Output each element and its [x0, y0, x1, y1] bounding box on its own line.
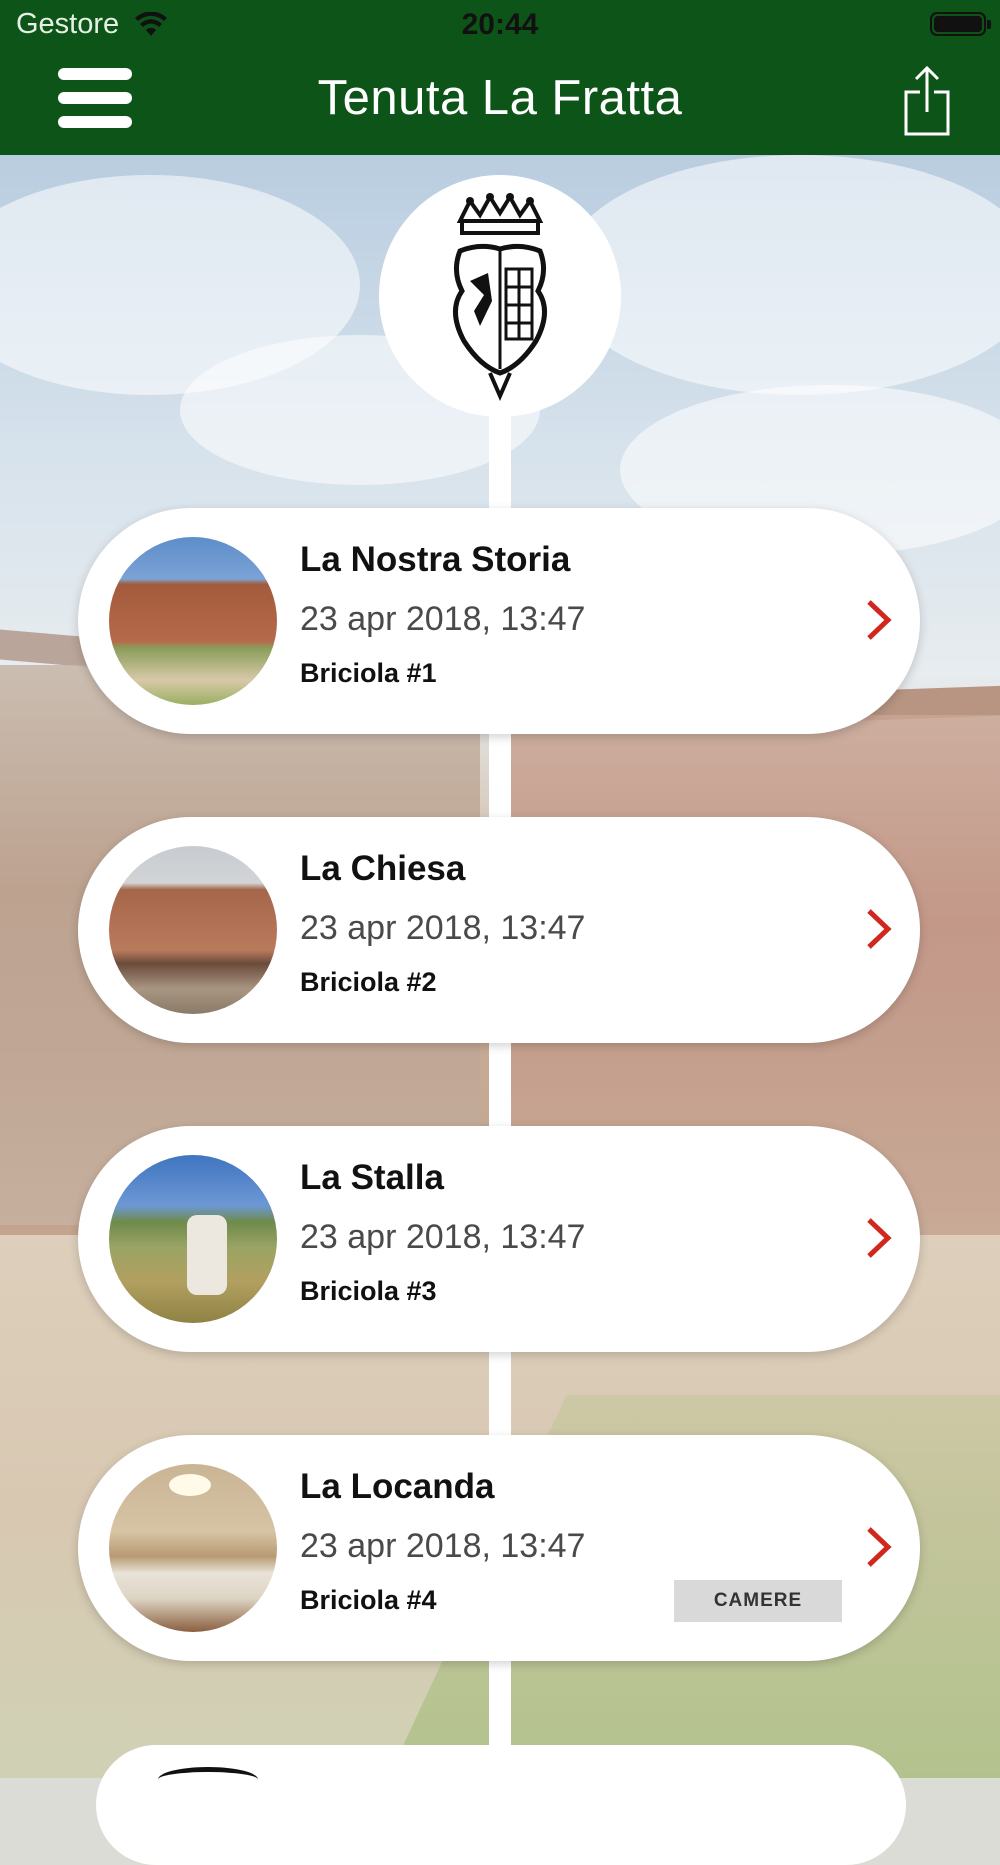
card-title: La Locanda [300, 1467, 495, 1506]
card-date: 23 apr 2018, 13:47 [300, 1527, 586, 1565]
battery-icon [930, 12, 991, 36]
card-subtitle: Briciola #2 [300, 967, 437, 997]
timeline-card-1[interactable]: La Nostra Storia 23 apr 2018, 13:47 Bric… [78, 508, 920, 734]
timeline-card-3[interactable]: La Stalla 23 apr 2018, 13:47 Briciola #3 [78, 1126, 920, 1352]
farm-building-photo [109, 537, 277, 705]
church-photo [109, 846, 277, 1014]
bedroom-photo [109, 1464, 277, 1632]
crest-badge [379, 175, 621, 417]
cattle-field-photo [109, 1155, 277, 1323]
share-icon[interactable] [902, 66, 952, 136]
timeline-card-2[interactable]: La Chiesa 23 apr 2018, 13:47 Briciola #2 [78, 817, 920, 1043]
card-title: La Stalla [300, 1158, 444, 1197]
timeline-card-5-partial[interactable] [96, 1745, 906, 1865]
status-time: 20:44 [461, 8, 539, 41]
status-bar: Gestore 20:44 [0, 0, 1000, 50]
card-title: La Chiesa [300, 849, 466, 888]
chevron-right-icon [867, 1218, 892, 1258]
chevron-right-icon [867, 909, 892, 949]
navigation-bar: Gestore 20:44 Tenuta La Fratta [0, 0, 1000, 155]
rooms-tag-button[interactable]: CAMERE [674, 1580, 842, 1622]
card-subtitle: Briciola #3 [300, 1276, 437, 1306]
card-date: 23 apr 2018, 13:47 [300, 600, 586, 638]
timeline-card-4[interactable]: La Locanda 23 apr 2018, 13:47 Briciola #… [78, 1435, 920, 1661]
card-date: 23 apr 2018, 13:47 [300, 909, 586, 947]
page-title: Tenuta La Fratta [317, 71, 683, 125]
coat-of-arms-icon [453, 193, 547, 401]
chevron-right-icon [867, 1527, 892, 1567]
card-subtitle: Briciola #4 [300, 1585, 437, 1615]
card-title: La Nostra Storia [300, 540, 571, 579]
chevron-right-icon [867, 600, 892, 640]
card-date: 23 apr 2018, 13:47 [300, 1218, 586, 1256]
card-subtitle: Briciola #1 [300, 658, 437, 688]
